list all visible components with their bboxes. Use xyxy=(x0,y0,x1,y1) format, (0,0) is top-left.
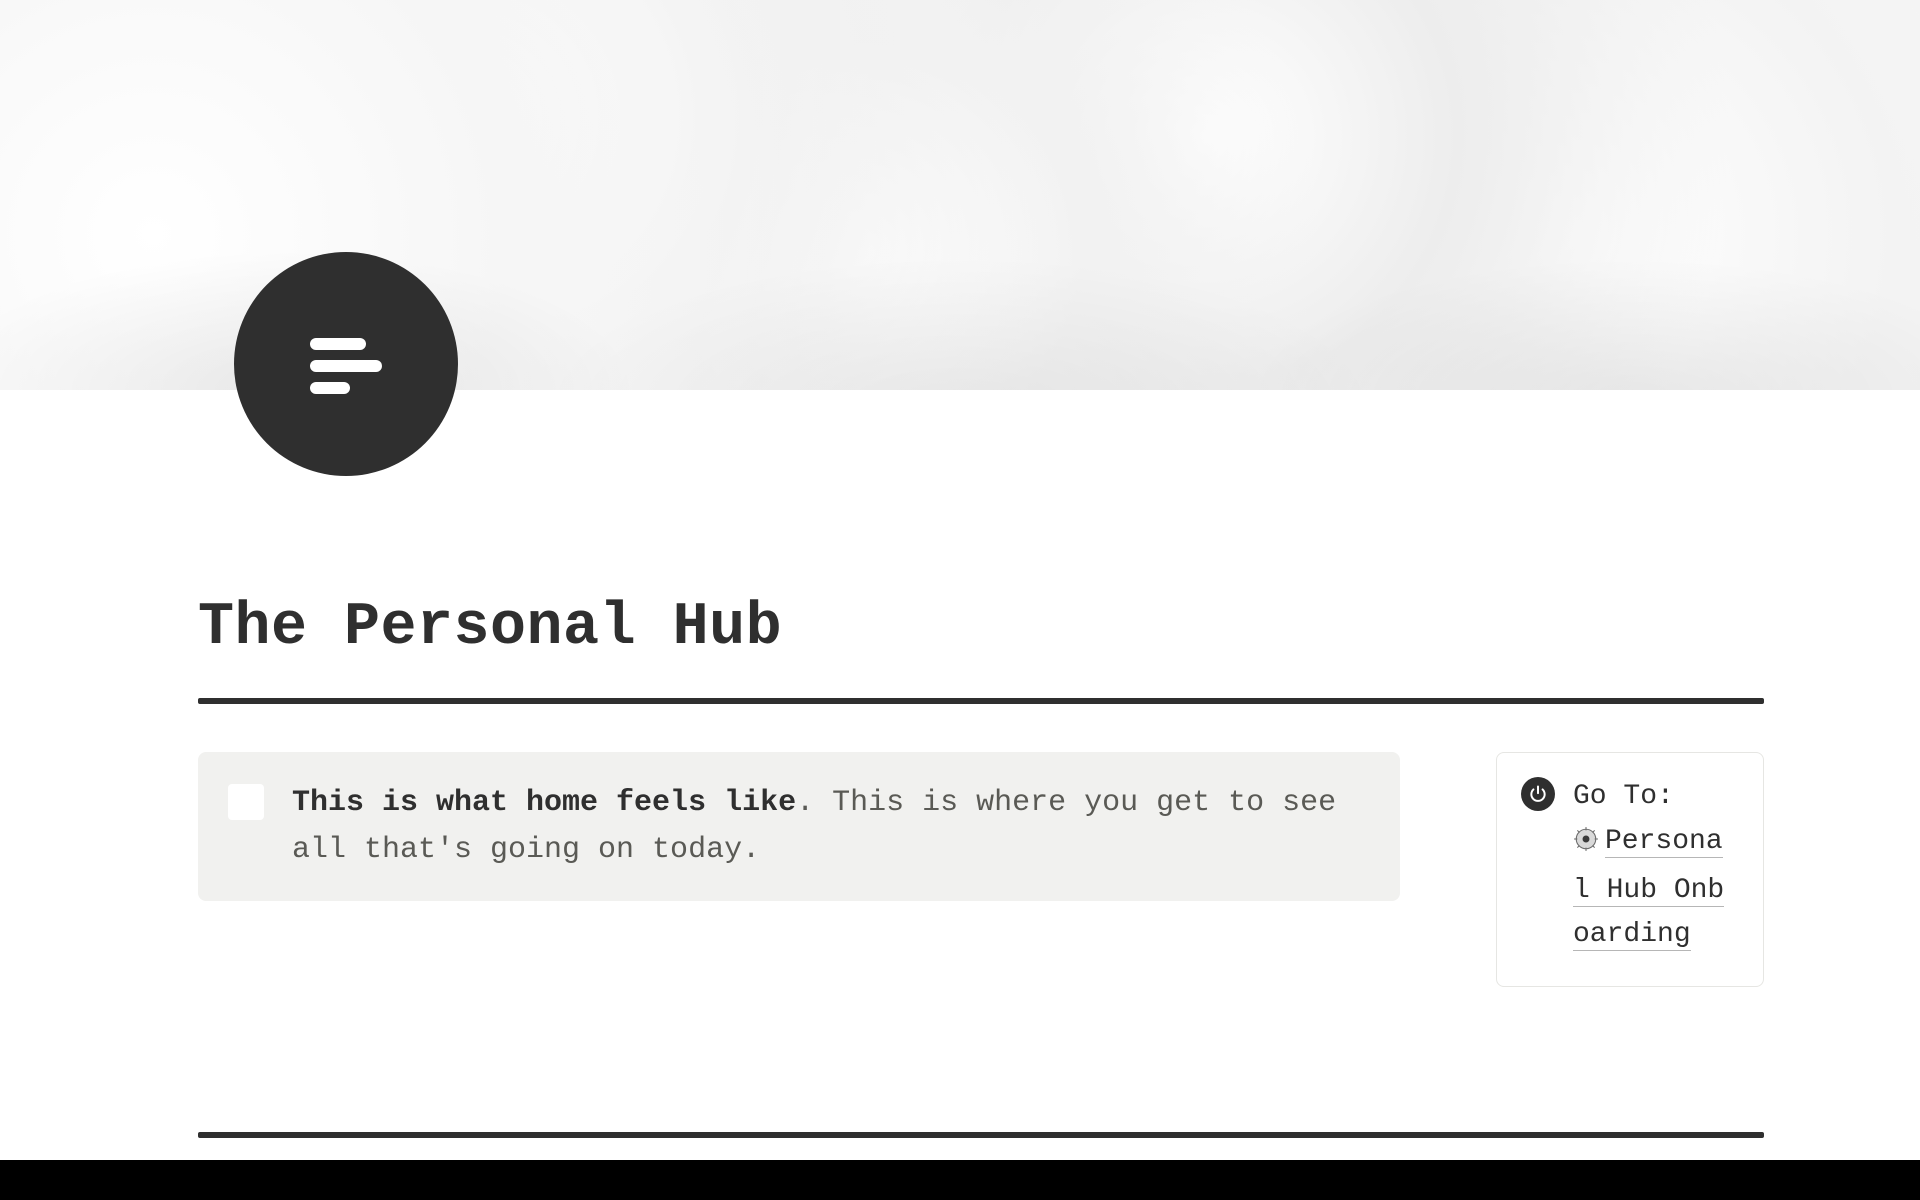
home-callout: This is what home feels like. This is wh… xyxy=(198,752,1400,901)
callout-bold: This is what home feels like xyxy=(292,786,796,820)
callout-icon-placeholder xyxy=(228,784,264,820)
page-icon[interactable] xyxy=(234,252,458,476)
goto-card: Go To: Persona xyxy=(1496,752,1764,987)
lines-icon xyxy=(296,314,396,414)
bottom-bar xyxy=(0,1160,1920,1200)
goto-label: Go To: xyxy=(1573,781,1674,812)
power-icon xyxy=(1521,777,1555,811)
page-title: The Personal Hub xyxy=(198,594,782,662)
divider xyxy=(198,1132,1764,1138)
divider xyxy=(198,698,1764,704)
gear-icon xyxy=(1573,824,1599,869)
callout-text: This is what home feels like. This is wh… xyxy=(292,780,1368,873)
